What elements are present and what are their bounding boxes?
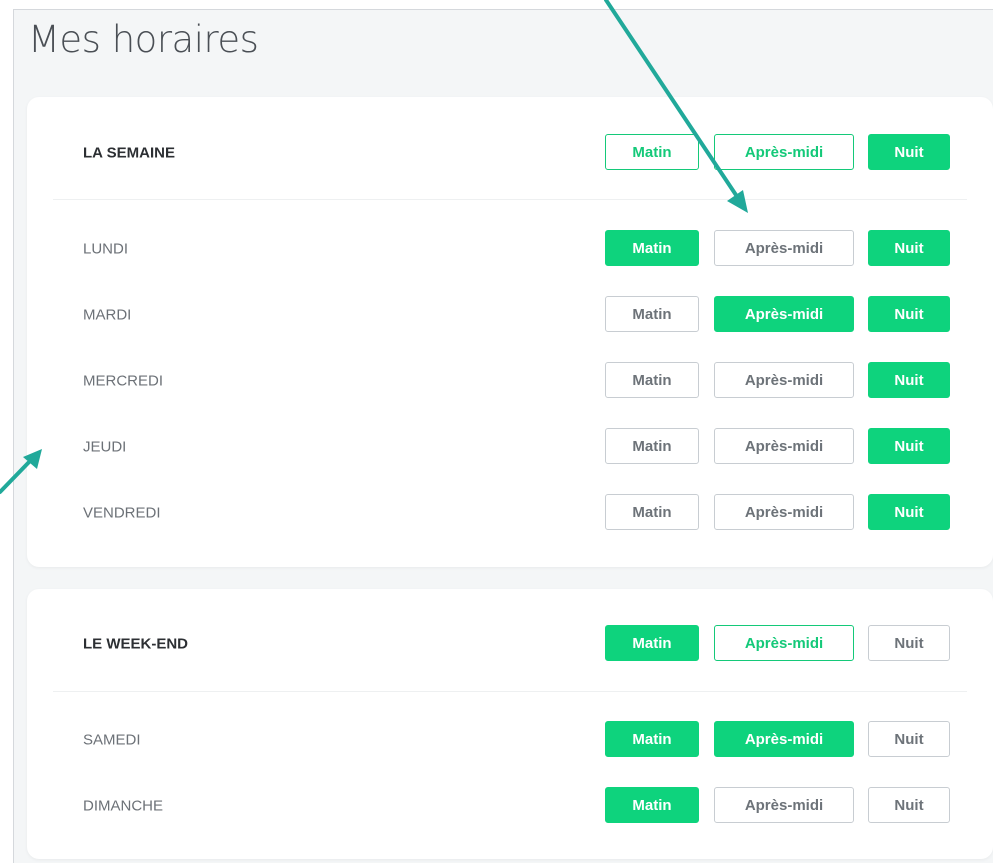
jeudi-apres-midi-button[interactable]: Après-midi	[714, 428, 854, 464]
samedi-apres-midi-button[interactable]: Après-midi	[714, 721, 854, 757]
day-label: JEUDI	[83, 438, 127, 456]
week-divider	[53, 199, 967, 200]
mardi-matin-button[interactable]: Matin	[605, 296, 699, 332]
week-header-label: LA SEMAINE	[83, 144, 175, 162]
jeudi-matin-button[interactable]: Matin	[605, 428, 699, 464]
day-label: SAMEDI	[83, 731, 141, 749]
mardi-nuit-button[interactable]: Nuit	[868, 296, 950, 332]
week-card: LA SEMAINE Matin Après-midi Nuit LUNDI M…	[27, 97, 993, 567]
weekend-card: LE WEEK-END Matin Après-midi Nuit SAMEDI…	[27, 589, 993, 859]
day-label: MERCREDI	[83, 372, 164, 390]
weekend-all-apres-midi-button[interactable]: Après-midi	[714, 625, 854, 661]
lundi-matin-button[interactable]: Matin	[605, 230, 699, 266]
week-all-nuit-button[interactable]: Nuit	[868, 134, 950, 170]
day-row-mardi: MARDI Matin Après-midi Nuit	[27, 295, 993, 335]
lundi-nuit-button[interactable]: Nuit	[868, 230, 950, 266]
day-row-jeudi: JEUDI Matin Après-midi Nuit	[27, 427, 993, 467]
weekend-divider	[53, 691, 967, 692]
day-row-lundi: LUNDI Matin Après-midi Nuit	[27, 229, 993, 269]
dimanche-apres-midi-button[interactable]: Après-midi	[714, 787, 854, 823]
dimanche-matin-button[interactable]: Matin	[605, 787, 699, 823]
weekend-all-matin-button[interactable]: Matin	[605, 625, 699, 661]
mercredi-matin-button[interactable]: Matin	[605, 362, 699, 398]
week-header-row: LA SEMAINE Matin Après-midi Nuit	[27, 133, 993, 173]
mercredi-nuit-button[interactable]: Nuit	[868, 362, 950, 398]
day-label: VENDREDI	[83, 504, 161, 522]
page-title: Mes horaires	[28, 18, 259, 61]
day-row-dimanche: DIMANCHE Matin Après-midi Nuit	[27, 786, 993, 826]
samedi-matin-button[interactable]: Matin	[605, 721, 699, 757]
week-all-matin-button[interactable]: Matin	[605, 134, 699, 170]
mercredi-apres-midi-button[interactable]: Après-midi	[714, 362, 854, 398]
mardi-apres-midi-button[interactable]: Après-midi	[714, 296, 854, 332]
lundi-apres-midi-button[interactable]: Après-midi	[714, 230, 854, 266]
day-label: LUNDI	[83, 240, 129, 258]
weekend-header-label: LE WEEK-END	[83, 635, 188, 653]
day-label: MARDI	[83, 306, 132, 324]
day-row-vendredi: VENDREDI Matin Après-midi Nuit	[27, 493, 993, 533]
vendredi-nuit-button[interactable]: Nuit	[868, 494, 950, 530]
samedi-nuit-button[interactable]: Nuit	[868, 721, 950, 757]
day-row-mercredi: MERCREDI Matin Après-midi Nuit	[27, 361, 993, 401]
vendredi-matin-button[interactable]: Matin	[605, 494, 699, 530]
week-all-apres-midi-button[interactable]: Après-midi	[714, 134, 854, 170]
weekend-all-nuit-button[interactable]: Nuit	[868, 625, 950, 661]
jeudi-nuit-button[interactable]: Nuit	[868, 428, 950, 464]
day-label: DIMANCHE	[83, 797, 164, 815]
weekend-header-row: LE WEEK-END Matin Après-midi Nuit	[27, 624, 993, 664]
day-row-samedi: SAMEDI Matin Après-midi Nuit	[27, 720, 993, 760]
vendredi-apres-midi-button[interactable]: Après-midi	[714, 494, 854, 530]
dimanche-nuit-button[interactable]: Nuit	[868, 787, 950, 823]
